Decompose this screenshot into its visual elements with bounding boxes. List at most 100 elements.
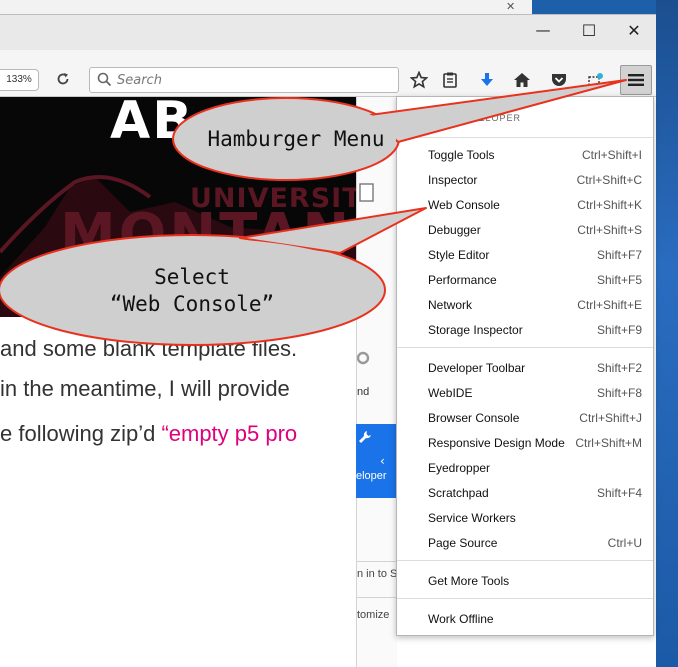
search-icon: [97, 72, 112, 87]
menu-item-label: Developer Toolbar: [428, 361, 526, 375]
menu-item-label: Web Console: [428, 198, 500, 212]
hamburger-menu-button[interactable]: [620, 65, 652, 95]
minimize-button[interactable]: —: [520, 14, 566, 46]
reload-icon: [57, 73, 69, 85]
paragraph-line-2: in the meantime, I will provide: [0, 376, 290, 401]
menu-item-shortcut: Shift+F8: [596, 386, 642, 400]
banner-title: AB: [110, 97, 194, 151]
home-icon: [514, 73, 530, 87]
close-icon[interactable]: ✕: [506, 0, 515, 13]
menu-item-label: Storage Inspector: [428, 323, 523, 337]
menu-item-shortcut: Ctrl+Shift+K: [577, 198, 642, 212]
menu-item-inspector[interactable]: Inspector Ctrl+Shift+C: [397, 168, 653, 193]
search-input[interactable]: Search: [89, 67, 399, 93]
menu-item-shortcut: Ctrl+Shift+C: [576, 173, 642, 187]
downloads-button[interactable]: [474, 67, 500, 93]
menu-separator: [397, 560, 653, 561]
star-icon: [410, 71, 428, 89]
menu-item-shortcut: Shift+F5: [596, 273, 642, 287]
menu-item-shortcut: Shift+F9: [596, 323, 642, 337]
customize-text[interactable]: tomize: [357, 609, 389, 621]
menu-item-label: WebIDE: [428, 386, 473, 400]
wrench-icon: [359, 431, 371, 443]
paragraph-line-3: e following zip’d “empty p5 pro: [0, 421, 356, 447]
menu-item-shortcut: Ctrl+U: [607, 536, 642, 550]
reload-button[interactable]: [52, 68, 74, 90]
menu-item-label: Eyedropper: [428, 461, 491, 475]
close-icon: ✕: [627, 20, 641, 40]
menu-item-shortcut: Shift+F2: [596, 361, 642, 375]
menu-item-network[interactable]: Network Ctrl+Shift+E: [397, 293, 653, 318]
reading-list-button[interactable]: [437, 67, 463, 93]
refresh-icon: [357, 351, 370, 365]
empty-p5-project-link[interactable]: “empty p5 pro: [161, 421, 297, 446]
menu-item-label: Work Offline: [428, 612, 494, 626]
menu-item-shortcut: Ctrl+Shift+M: [575, 436, 642, 450]
developer-label: eloper: [356, 470, 387, 482]
menu-item-work-offline[interactable]: Work Offline: [397, 607, 653, 632]
maximize-icon: ☐: [581, 20, 597, 40]
menu-item-debugger[interactable]: Debugger Ctrl+Shift+S: [397, 218, 653, 243]
menu-item-shortcut: Ctrl+Shift+S: [577, 223, 642, 237]
developer-menu: DEVELOPER Toggle Tools Ctrl+Shift+I Inspec…: [396, 96, 654, 636]
menu-item-shortcut: Ctrl+Shift+I: [581, 148, 642, 162]
menu-item-eyedropper[interactable]: Eyedropper: [397, 456, 653, 481]
menu-item-storage-inspector[interactable]: Storage Inspector Shift+F9: [397, 318, 653, 343]
menu-item-label: Toggle Tools: [428, 148, 495, 162]
menu-item-label: Inspector: [428, 173, 478, 187]
menu-item-toggle-tools[interactable]: Toggle Tools Ctrl+Shift+I: [397, 143, 653, 168]
side-text: nd: [357, 386, 370, 398]
hamburger-icon: [628, 74, 644, 86]
select-callout-line1: Select: [154, 265, 230, 289]
menu-header: DEVELOPER: [397, 97, 653, 138]
menu-item-scratchpad[interactable]: Scratchpad Shift+F4: [397, 481, 653, 506]
menu-item-responsive-design-mode[interactable]: Responsive Design Mode Ctrl+Shift+M: [397, 431, 653, 456]
divider: [357, 561, 397, 562]
menu-header-label: DEVELOPER: [457, 113, 522, 123]
hamburger-callout-text: Hamburger Menu: [207, 127, 385, 151]
side-panel: nd n in to S tomize: [356, 97, 397, 667]
page-icon: [359, 183, 374, 202]
clipboard-icon: [443, 72, 457, 88]
divider: [357, 597, 397, 598]
menu-item-webide[interactable]: WebIDE Shift+F8: [397, 381, 653, 406]
bookmark-star-button[interactable]: [406, 67, 432, 93]
home-button[interactable]: [509, 67, 535, 93]
pocket-button[interactable]: [546, 67, 572, 93]
menu-item-service-workers[interactable]: Service Workers: [397, 506, 653, 531]
menu-item-shortcut: Ctrl+Shift+E: [577, 298, 642, 312]
maximize-button[interactable]: ☐: [566, 14, 612, 46]
menu-item-page-source[interactable]: Page Source Ctrl+U: [397, 531, 653, 556]
menu-item-label: Responsive Design Mode: [428, 436, 565, 450]
sparkle-icon: [588, 73, 603, 88]
menu-item-label: Style Editor: [428, 248, 490, 262]
zoom-indicator[interactable]: 133%: [0, 69, 39, 91]
menu-item-get-more-tools[interactable]: Get More Tools: [397, 569, 653, 594]
sign-in-text[interactable]: n in to S: [357, 568, 397, 580]
pocket-icon: [552, 74, 566, 86]
menu-item-label: Network: [428, 298, 473, 312]
menu-item-label: Debugger: [428, 223, 481, 237]
menu-item-label: Service Workers: [428, 511, 516, 525]
menu-item-performance[interactable]: Performance Shift+F5: [397, 268, 653, 293]
chevron-left-icon: ‹: [380, 454, 385, 468]
menu-item-developer-toolbar[interactable]: Developer Toolbar Shift+F2: [397, 356, 653, 381]
screenshot-addon-button[interactable]: [583, 67, 609, 93]
menu-item-label: Browser Console: [428, 411, 520, 425]
close-button[interactable]: ✕: [611, 14, 657, 46]
menu-item-shortcut: Ctrl+Shift+J: [579, 411, 642, 425]
desktop-background: [656, 0, 678, 667]
developer-panel-button[interactable]: ‹ eloper: [356, 424, 396, 498]
menu-item-style-editor[interactable]: Style Editor Shift+F7: [397, 243, 653, 268]
menu-item-shortcut: Shift+F4: [596, 486, 642, 500]
menu-item-shortcut: Shift+F7: [596, 248, 642, 262]
paragraph-line-1: and some blank template files.: [0, 336, 298, 361]
search-placeholder: Search: [117, 73, 162, 88]
menu-item-web-console[interactable]: Web Console Ctrl+Shift+K: [397, 193, 653, 218]
download-arrow-icon: [481, 73, 493, 86]
menu-item-browser-console[interactable]: Browser Console Ctrl+Shift+J: [397, 406, 653, 431]
paragraph-text: e following zip’d: [0, 421, 162, 446]
background-window-edge: ✕: [0, 0, 532, 15]
banner-montana: MONTAN: [60, 202, 353, 267]
select-callout-line2: “Web Console”: [109, 292, 275, 316]
